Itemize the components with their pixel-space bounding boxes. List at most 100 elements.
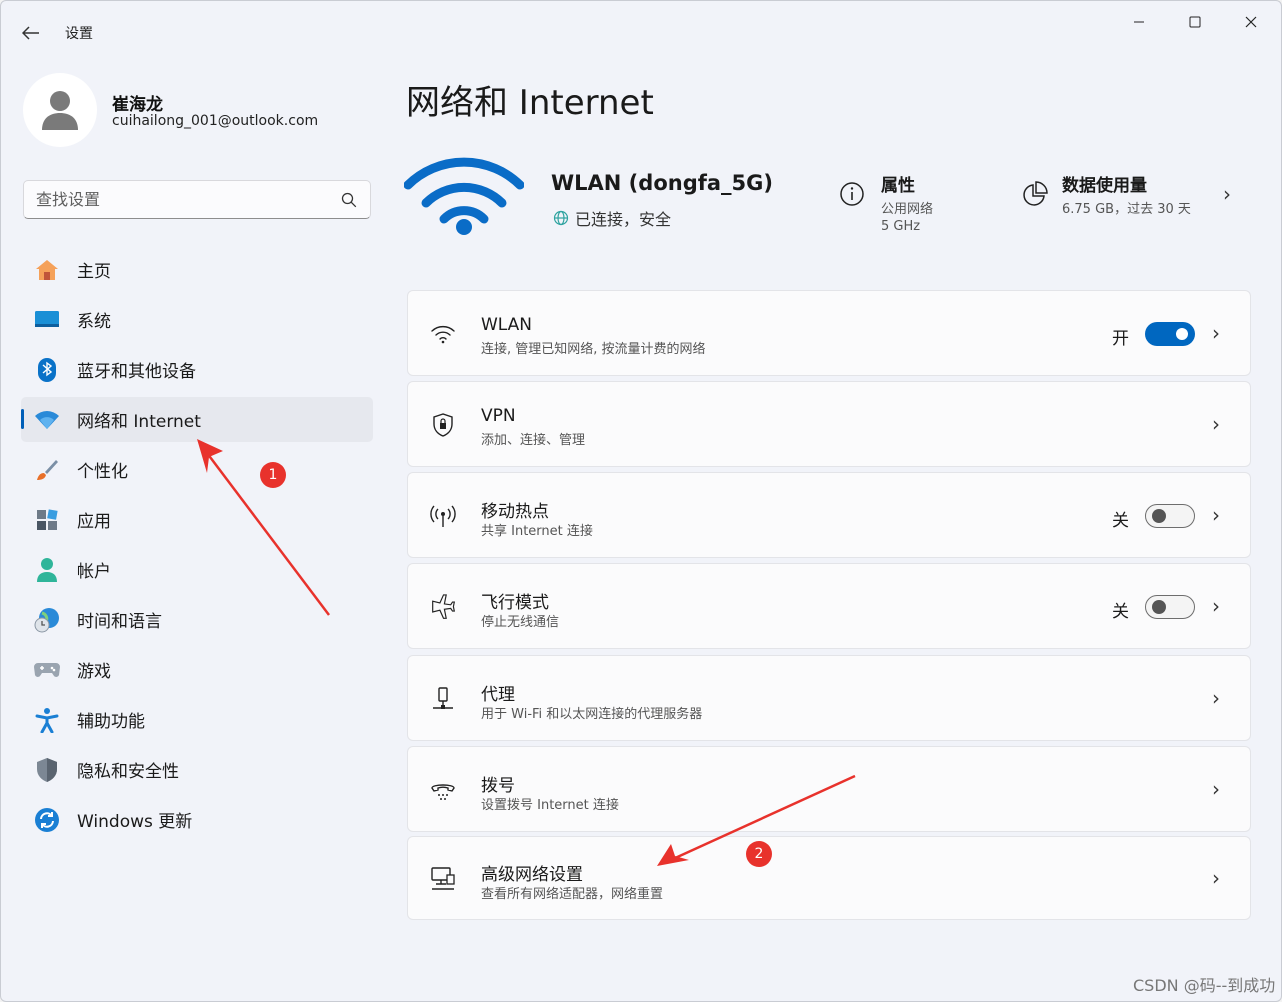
sidebar-item-label: 应用	[77, 512, 111, 532]
bluetooth-icon	[33, 356, 61, 384]
hotspot-icon	[428, 501, 458, 531]
card-subtitle: 添加、连接、管理	[481, 433, 586, 448]
sidebar-item-windows-update[interactable]: Windows 更新	[21, 797, 373, 842]
card-advanced-network[interactable]: 高级网络设置 查看所有网络适配器，网络重置 ›	[407, 836, 1251, 920]
chevron-right-icon: ›	[1212, 594, 1220, 618]
maximize-button[interactable]	[1167, 9, 1223, 35]
sidebar-nav: 主页 系统 蓝牙和其他设备 网络和 Internet 个性化 应用 帐户 时间和…	[21, 247, 373, 847]
wifi-hero-icon	[404, 157, 524, 235]
accessibility-icon	[33, 706, 61, 734]
sidebar-item-system[interactable]: 系统	[21, 297, 373, 342]
sidebar-item-label: 隐私和安全性	[77, 762, 179, 782]
annotation-badge-1: 1	[260, 462, 286, 488]
account-icon	[33, 556, 61, 584]
airplane-mode-toggle[interactable]	[1145, 595, 1195, 619]
chevron-right-icon: ›	[1212, 321, 1220, 345]
info-icon[interactable]	[839, 181, 865, 207]
data-usage-amount: 6.75 GB，过去 30 天	[1062, 202, 1191, 217]
card-mobile-hotspot[interactable]: 移动热点 共享 Internet 连接 关 ›	[407, 472, 1251, 558]
sidebar-item-bluetooth[interactable]: 蓝牙和其他设备	[21, 347, 373, 392]
sidebar-item-time-language[interactable]: 时间和语言	[21, 597, 373, 642]
user-name: 崔海龙	[112, 95, 163, 115]
card-title: 代理	[481, 685, 515, 705]
settings-window: 设置 崔海龙 cuihailong_001@outlook.com 查找设置 主…	[0, 0, 1282, 1002]
card-title: 飞行模式	[481, 593, 549, 613]
properties-band: 5 GHz	[881, 219, 921, 234]
card-title: 高级网络设置	[481, 865, 583, 885]
card-airplane-mode[interactable]: 飞行模式 停止无线通信 关 ›	[407, 563, 1251, 649]
dialup-icon	[428, 775, 458, 805]
close-button[interactable]	[1223, 9, 1279, 35]
card-subtitle: 连接, 管理已知网络, 按流量计费的网络	[481, 342, 706, 357]
sidebar-item-label: Windows 更新	[77, 812, 193, 832]
minimize-icon	[1134, 21, 1144, 23]
page-title: 网络和 Internet	[406, 83, 654, 123]
sidebar-item-personalization[interactable]: 个性化	[21, 447, 373, 492]
toggle-knob	[1152, 600, 1166, 614]
properties-network-type: 公用网络	[881, 202, 934, 217]
vpn-shield-icon	[428, 410, 458, 440]
toggle-state-label: 关	[1112, 602, 1129, 622]
toggle-knob	[1176, 328, 1188, 340]
close-icon	[1245, 16, 1257, 28]
card-subtitle: 设置拨号 Internet 连接	[481, 798, 619, 813]
home-icon	[33, 256, 61, 284]
toggle-knob	[1152, 509, 1166, 523]
card-subtitle: 停止无线通信	[481, 615, 560, 630]
arrow-left-icon	[22, 26, 39, 40]
window-title: 设置	[65, 26, 93, 42]
sidebar-item-label: 帐户	[77, 562, 111, 582]
update-icon	[33, 806, 61, 834]
sidebar-item-accounts[interactable]: 帐户	[21, 547, 373, 592]
search-box	[23, 180, 371, 219]
advanced-network-icon	[428, 864, 458, 894]
search-input[interactable]	[24, 181, 324, 218]
sidebar-item-gaming[interactable]: 游戏	[21, 647, 373, 692]
card-vpn[interactable]: VPN 添加、连接、管理 ›	[407, 381, 1251, 467]
sidebar-item-label: 游戏	[77, 662, 111, 682]
watermark: CSDN @码--到成功	[1133, 976, 1276, 995]
network-icon	[33, 406, 61, 434]
properties-title[interactable]: 属性	[881, 171, 915, 196]
sidebar-item-label: 辅助功能	[77, 712, 145, 732]
chevron-right-icon: ›	[1212, 686, 1220, 710]
minimize-button[interactable]	[1111, 9, 1167, 35]
chevron-right-icon: ›	[1212, 412, 1220, 436]
card-dialup[interactable]: 拨号 设置拨号 Internet 连接 ›	[407, 746, 1251, 832]
card-subtitle: 共享 Internet 连接	[481, 524, 593, 539]
data-usage-title[interactable]: 数据使用量	[1062, 171, 1147, 196]
sidebar-item-label: 主页	[77, 262, 111, 282]
sidebar-item-home[interactable]: 主页	[21, 247, 373, 292]
card-title: VPN	[481, 406, 516, 426]
sidebar-item-privacy[interactable]: 隐私和安全性	[21, 747, 373, 792]
chevron-right-icon[interactable]: ›	[1223, 182, 1231, 206]
active-indicator	[21, 409, 24, 429]
chevron-right-icon: ›	[1212, 503, 1220, 527]
sidebar-item-network[interactable]: 网络和 Internet	[21, 397, 373, 442]
hotspot-toggle[interactable]	[1145, 504, 1195, 528]
network-name: WLAN (dongfa_5G)	[551, 171, 773, 195]
network-status-text: 已连接，安全	[575, 210, 672, 229]
card-title: WLAN	[481, 315, 533, 335]
search-icon[interactable]	[340, 191, 358, 209]
back-button[interactable]	[15, 19, 47, 47]
sidebar-item-label: 蓝牙和其他设备	[77, 362, 196, 382]
brush-icon	[33, 456, 61, 484]
sidebar-item-apps[interactable]: 应用	[21, 497, 373, 542]
user-avatar-icon	[42, 91, 78, 130]
card-wlan[interactable]: WLAN 连接, 管理已知网络, 按流量计费的网络 开 ›	[407, 290, 1251, 376]
card-subtitle: 查看所有网络适配器，网络重置	[481, 887, 664, 902]
maximize-icon	[1189, 16, 1201, 28]
sidebar-item-label: 时间和语言	[77, 612, 162, 632]
network-status: 已连接，安全	[553, 206, 671, 230]
title-bar: 设置	[1, 1, 1281, 63]
sidebar-item-label: 系统	[77, 312, 111, 332]
chevron-right-icon: ›	[1212, 777, 1220, 801]
wlan-toggle[interactable]	[1145, 322, 1195, 346]
avatar[interactable]	[23, 73, 97, 147]
sidebar-item-label: 个性化	[77, 462, 128, 482]
sidebar-item-accessibility[interactable]: 辅助功能	[21, 697, 373, 742]
card-proxy[interactable]: 代理 用于 Wi-Fi 和以太网连接的代理服务器 ›	[407, 655, 1251, 741]
data-usage-icon[interactable]	[1020, 181, 1048, 209]
gamepad-icon	[33, 656, 61, 684]
